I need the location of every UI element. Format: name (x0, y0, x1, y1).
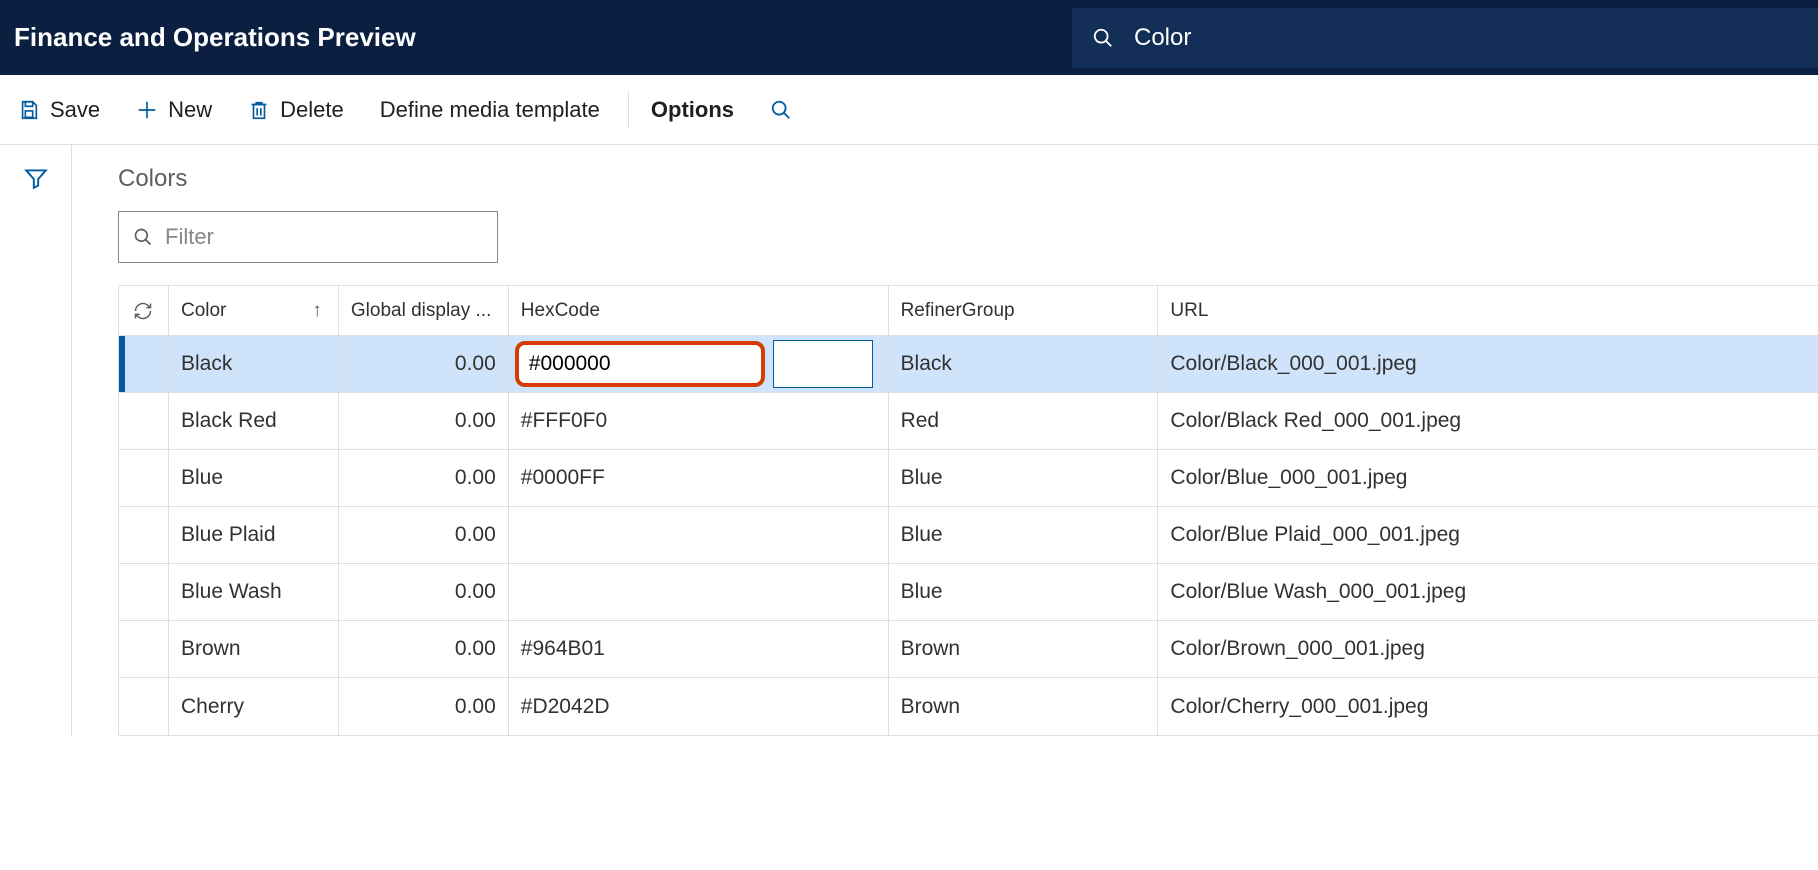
cell-refiner-group[interactable]: Red (889, 393, 1159, 449)
cell-color[interactable]: Blue Wash (169, 564, 339, 620)
cell-url[interactable]: Color/Cherry_000_001.jpeg (1158, 678, 1818, 735)
app-header: Finance and Operations Preview (0, 0, 1818, 75)
options-label: Options (651, 97, 734, 123)
table-row[interactable]: Blue Plaid0.00 BlueColor/Blue Plaid_000_0… (119, 507, 1818, 564)
cell-global-display-order[interactable]: 0.00 (339, 621, 509, 677)
cell-global-display-order[interactable]: 0.00 (339, 564, 509, 620)
cell-url[interactable]: Color/Blue Wash_000_001.jpeg (1158, 564, 1818, 620)
cell-url[interactable]: Color/Brown_000_001.jpeg (1158, 621, 1818, 677)
cell-url[interactable]: Color/Blue_000_001.jpeg (1158, 450, 1818, 506)
column-label: HexCode (521, 300, 600, 322)
app-title: Finance and Operations Preview (14, 22, 456, 53)
sort-asc-icon: ↑ (312, 300, 322, 322)
table-row[interactable]: Black Red0.00#FFF0F0RedColor/Black Red_0… (119, 393, 1818, 450)
column-label: URL (1170, 300, 1208, 322)
cell-hexcode[interactable]: #FFF0F0 (509, 393, 889, 449)
main-area: Colors Color ↑ Global display ... (72, 145, 1818, 736)
table-row[interactable]: Cherry0.00#D2042DBrownColor/Cherry_000_0… (119, 678, 1818, 735)
column-header-url[interactable]: URL (1158, 286, 1818, 335)
refresh-button[interactable] (119, 286, 169, 335)
search-input[interactable] (1134, 24, 1798, 52)
command-bar: Save New Delete Define media template Op… (0, 75, 1818, 145)
cell-hexcode[interactable] (509, 564, 889, 620)
cell-global-display-order[interactable]: 0.00 (339, 393, 509, 449)
cell-color[interactable]: Blue (169, 450, 339, 506)
grid-filter[interactable] (118, 211, 498, 263)
delete-label: Delete (280, 97, 344, 123)
row-selector[interactable] (119, 450, 169, 506)
cell-global-display-order[interactable]: 0.00 (339, 678, 509, 735)
cell-refiner-group[interactable]: Blue (889, 450, 1159, 506)
grid-filter-input[interactable] (165, 224, 483, 250)
cell-color[interactable]: Brown (169, 621, 339, 677)
cell-refiner-group[interactable]: Blue (889, 564, 1159, 620)
grid-body: Black0.00BlackColor/Black_000_001.jpegBl… (119, 336, 1818, 735)
cell-refiner-group[interactable]: Black (889, 336, 1159, 392)
cell-global-display-order[interactable]: 0.00 (339, 450, 509, 506)
cell-hexcode[interactable]: #964B01 (509, 621, 889, 677)
column-label: Global display ... (351, 300, 491, 322)
row-selector[interactable] (119, 336, 169, 392)
cell-hexcode[interactable]: #D2042D (509, 678, 889, 735)
cell-global-display-order[interactable]: 0.00 (339, 507, 509, 563)
cell-color[interactable]: Black Red (169, 393, 339, 449)
define-media-template-label: Define media template (380, 97, 600, 123)
search-icon (133, 227, 153, 247)
row-selector[interactable] (119, 393, 169, 449)
cell-refiner-group[interactable]: Brown (889, 678, 1159, 735)
column-header-refiner-group[interactable]: RefinerGroup (889, 286, 1159, 335)
content-region: Colors Color ↑ Global display ... (0, 145, 1818, 736)
row-selector[interactable] (119, 564, 169, 620)
cell-url[interactable]: Color/Black_000_001.jpeg (1158, 336, 1818, 392)
save-button[interactable]: Save (14, 91, 104, 129)
cell-url[interactable]: Color/Black Red_000_001.jpeg (1158, 393, 1818, 449)
find-button[interactable] (766, 93, 796, 127)
trash-icon (248, 99, 270, 121)
filter-icon[interactable] (23, 165, 49, 191)
new-button[interactable]: New (132, 91, 216, 129)
delete-button[interactable]: Delete (244, 91, 348, 129)
grid-header: Color ↑ Global display ... HexCode Refin… (119, 286, 1818, 336)
cell-color[interactable]: Black (169, 336, 339, 392)
column-header-color[interactable]: Color ↑ (169, 286, 339, 335)
save-label: Save (50, 97, 100, 123)
hexcode-input[interactable] (515, 341, 765, 387)
plus-icon (136, 99, 158, 121)
cell-global-display-order[interactable]: 0.00 (339, 336, 509, 392)
save-icon (18, 99, 40, 121)
cell-color[interactable]: Blue Plaid (169, 507, 339, 563)
row-selector[interactable] (119, 678, 169, 735)
table-row[interactable]: Brown0.00#964B01BrownColor/Brown_000_001… (119, 621, 1818, 678)
column-label: RefinerGroup (901, 300, 1015, 322)
row-selector[interactable] (119, 507, 169, 563)
cell-color[interactable]: Cherry (169, 678, 339, 735)
row-selector[interactable] (119, 621, 169, 677)
column-header-global-display-order[interactable]: Global display ... (339, 286, 509, 335)
cell-hexcode[interactable]: #0000FF (509, 450, 889, 506)
left-rail (0, 145, 72, 736)
table-row[interactable]: Black0.00BlackColor/Black_000_001.jpeg (119, 336, 1818, 393)
page-title: Colors (118, 165, 1818, 193)
search-icon (770, 99, 792, 121)
table-row[interactable]: Blue0.00#0000FFBlueColor/Blue_000_001.jp… (119, 450, 1818, 507)
column-header-hexcode[interactable]: HexCode (509, 286, 889, 335)
cell-refiner-group[interactable]: Blue (889, 507, 1159, 563)
search-box[interactable] (1072, 8, 1818, 68)
cell-url[interactable]: Color/Blue Plaid_000_001.jpeg (1158, 507, 1818, 563)
options-button[interactable]: Options (628, 91, 738, 129)
new-label: New (168, 97, 212, 123)
define-media-template-button[interactable]: Define media template (376, 91, 604, 129)
table-row[interactable]: Blue Wash0.00 BlueColor/Blue Wash_000_001… (119, 564, 1818, 621)
column-label: Color (181, 300, 226, 322)
cell-hexcode[interactable] (509, 507, 889, 563)
cell-hexcode[interactable] (509, 336, 889, 392)
data-grid: Color ↑ Global display ... HexCode Refin… (118, 285, 1818, 736)
search-icon (1092, 27, 1114, 49)
cell-refiner-group[interactable]: Brown (889, 621, 1159, 677)
adjacent-cell-focus[interactable] (773, 340, 873, 388)
